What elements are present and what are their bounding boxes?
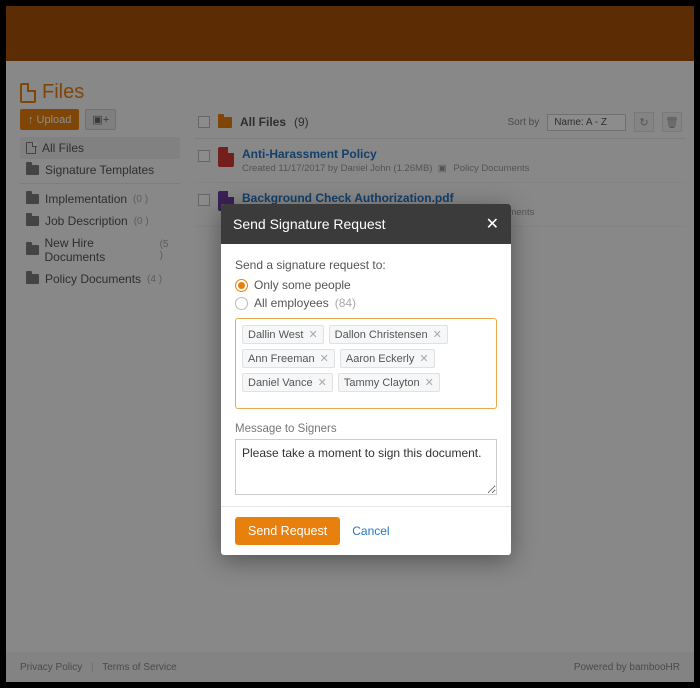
- radio-icon: [235, 297, 248, 310]
- modal-header: Send Signature Request ✕: [221, 204, 511, 244]
- signature-request-modal: Send Signature Request ✕ Send a signatur…: [221, 204, 511, 555]
- radio-all-employees[interactable]: All employees (84): [235, 296, 497, 310]
- remove-icon[interactable]: ✕: [318, 376, 327, 389]
- modal-lead: Send a signature request to:: [235, 258, 497, 272]
- recipient-chip[interactable]: Aaron Eckerly✕: [340, 349, 435, 368]
- remove-icon[interactable]: ✕: [320, 352, 329, 365]
- message-label: Message to Signers: [235, 423, 497, 435]
- cancel-link[interactable]: Cancel: [352, 524, 389, 538]
- remove-icon[interactable]: ✕: [419, 352, 428, 365]
- recipient-chip[interactable]: Tammy Clayton✕: [338, 373, 440, 392]
- recipients-input[interactable]: Dallin West✕ Dallon Christensen✕ Ann Fre…: [235, 318, 497, 409]
- remove-icon[interactable]: ✕: [433, 328, 442, 341]
- recipient-chip[interactable]: Ann Freeman✕: [242, 349, 335, 368]
- radio-count: (84): [335, 296, 356, 310]
- radio-icon: [235, 279, 248, 292]
- close-icon[interactable]: ✕: [486, 214, 499, 234]
- remove-icon[interactable]: ✕: [425, 376, 434, 389]
- radio-label: Only some people: [254, 278, 351, 292]
- recipient-chip[interactable]: Dallin West✕: [242, 325, 324, 344]
- radio-label: All employees: [254, 296, 329, 310]
- modal-title: Send Signature Request: [233, 216, 386, 232]
- message-textarea[interactable]: [235, 439, 497, 495]
- radio-some-people[interactable]: Only some people: [235, 278, 497, 292]
- remove-icon[interactable]: ✕: [308, 328, 317, 341]
- recipient-chip[interactable]: Daniel Vance✕: [242, 373, 333, 392]
- recipient-chip[interactable]: Dallon Christensen✕: [329, 325, 448, 344]
- send-request-button[interactable]: Send Request: [235, 517, 340, 545]
